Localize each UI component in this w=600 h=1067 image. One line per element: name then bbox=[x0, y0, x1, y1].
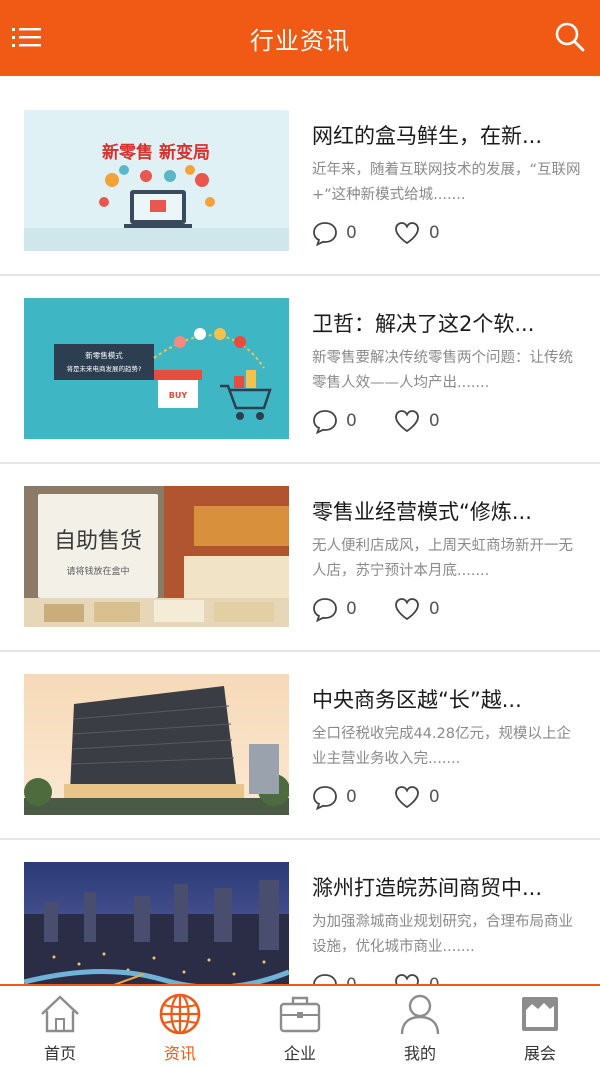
thumb-caption: 请将钱放在盒中 bbox=[66, 565, 129, 577]
heart-icon bbox=[394, 222, 419, 245]
article-item[interactable]: 滁州打造皖苏间商贸中... 为加强滁城商业规划研究，合理布局商业设施，优化城市商… bbox=[0, 840, 600, 984]
like-count-value: 0 bbox=[428, 599, 440, 619]
article-thumbnail: 新零售模式 将是未来电商发展的趋势? BUY bbox=[24, 298, 289, 439]
hamburger-icon[interactable] bbox=[12, 22, 44, 54]
like-count[interactable]: 0 bbox=[393, 972, 440, 984]
comment-icon bbox=[313, 598, 337, 622]
globe-icon bbox=[159, 993, 201, 1035]
comment-count[interactable]: 0 bbox=[312, 408, 357, 434]
thumb-caption: 将是未来电商发展的趋势? bbox=[67, 364, 142, 373]
tab-mine[interactable]: 我的 bbox=[360, 986, 480, 1067]
thumb-caption: BUY bbox=[169, 391, 188, 400]
like-count-value: 0 bbox=[429, 975, 440, 984]
heart-icon bbox=[394, 410, 419, 433]
article-thumbnail: 新零售 新变局 bbox=[24, 110, 289, 251]
article-thumbnail bbox=[24, 862, 289, 984]
thumb-caption: 新零售 新变局 bbox=[102, 142, 210, 163]
comment-count[interactable]: 0 bbox=[312, 972, 357, 984]
tab-label: 资讯 bbox=[163, 1044, 196, 1063]
page-title: 行业资讯 bbox=[250, 26, 350, 55]
article-thumbnail bbox=[24, 674, 289, 815]
comment-count-value: 0 bbox=[346, 599, 357, 619]
like-count[interactable]: 0 bbox=[393, 408, 440, 434]
like-count[interactable]: 0 bbox=[393, 784, 440, 810]
article-item[interactable]: 自助售货 请将钱放在盒中 零售业经营模式“修炼... 无人便利店成风，上周天虹商… bbox=[0, 464, 600, 652]
tab-label: 展会 bbox=[523, 1044, 556, 1063]
comment-count[interactable]: 0 bbox=[312, 220, 357, 246]
comment-icon bbox=[313, 786, 337, 810]
thumb-caption: 新零售模式 bbox=[85, 350, 123, 360]
user-icon bbox=[400, 994, 440, 1035]
like-count-value: 0 bbox=[428, 787, 440, 807]
article-item[interactable]: 新零售 新变局 网红的盒马鲜生，在新... 近年来，随着互联网技术的发展，“互联… bbox=[0, 88, 600, 276]
tab-label: 首页 bbox=[43, 1044, 76, 1063]
bottom-tab-bar: 首页 资讯 企业 我的 展会 bbox=[0, 984, 600, 1067]
comment-count[interactable]: 0 bbox=[312, 596, 357, 622]
heart-icon bbox=[394, 786, 419, 809]
search-icon[interactable] bbox=[554, 20, 586, 54]
like-count-value: 0 bbox=[428, 411, 440, 431]
article-title[interactable]: 网红的盒马鲜生，在新... bbox=[312, 120, 582, 150]
exhibition-icon bbox=[522, 997, 558, 1031]
thumb-caption: 自助售货 bbox=[54, 529, 142, 554]
tab-home[interactable]: 首页 bbox=[0, 986, 120, 1067]
article-thumbnail: 自助售货 请将钱放在盒中 bbox=[24, 486, 289, 627]
article-summary: 新零售要解决传统零售两个问题：让传统零售人效——人均产出....... bbox=[312, 350, 573, 391]
like-count[interactable]: 0 bbox=[393, 220, 440, 246]
heart-icon bbox=[394, 974, 419, 984]
article-item[interactable]: 新零售模式 将是未来电商发展的趋势? BUY 卫哲：解决了这2个软... 新零售… bbox=[0, 276, 600, 464]
article-title[interactable]: 滁州打造皖苏间商贸中... bbox=[312, 872, 582, 902]
comment-icon bbox=[313, 222, 337, 246]
article-list[interactable]: 新零售 新变局 网红的盒马鲜生，在新... 近年来，随着互联网技术的发展，“互联… bbox=[0, 76, 600, 984]
comment-count-value: 0 bbox=[346, 411, 357, 431]
home-icon bbox=[41, 995, 79, 1033]
briefcase-icon bbox=[279, 996, 321, 1033]
comment-icon bbox=[313, 410, 337, 434]
tab-label: 我的 bbox=[403, 1044, 436, 1063]
comment-count-value: 0 bbox=[346, 787, 357, 807]
article-summary: 全口径税收完成44.28亿元，规模以上企业主营业务收入完....... bbox=[312, 726, 572, 767]
comment-count-value: 0 bbox=[346, 975, 357, 984]
article-summary: 为加强滁城商业规划研究，合理布局商业设施，优化城市商业....... bbox=[312, 914, 573, 955]
article-summary: 无人便利店成风，上周天虹商场新开一无人店，苏宁预计本月底....... bbox=[312, 538, 573, 579]
article-title[interactable]: 中央商务区越“长”越... bbox=[312, 684, 582, 714]
article-title[interactable]: 零售业经营模式“修炼... bbox=[312, 496, 582, 526]
like-count[interactable]: 0 bbox=[393, 596, 440, 622]
app-header: 行业资讯 bbox=[0, 0, 600, 76]
article-title[interactable]: 卫哲：解决了这2个软... bbox=[312, 308, 582, 338]
tab-label: 企业 bbox=[283, 1044, 316, 1063]
tab-exhibition[interactable]: 展会 bbox=[480, 986, 600, 1067]
heart-icon bbox=[394, 598, 419, 621]
article-item[interactable]: 中央商务区越“长”越... 全口径税收完成44.28亿元，规模以上企业主营业务收… bbox=[0, 652, 600, 840]
article-summary: 近年来，随着互联网技术的发展，“互联网+”这种新模式给城....... bbox=[312, 162, 581, 203]
comment-count[interactable]: 0 bbox=[312, 784, 357, 810]
comment-count-value: 0 bbox=[346, 223, 357, 243]
tab-news[interactable]: 资讯 bbox=[120, 986, 240, 1067]
tab-company[interactable]: 企业 bbox=[240, 986, 360, 1067]
like-count-value: 0 bbox=[428, 223, 440, 243]
comment-icon bbox=[313, 974, 337, 984]
